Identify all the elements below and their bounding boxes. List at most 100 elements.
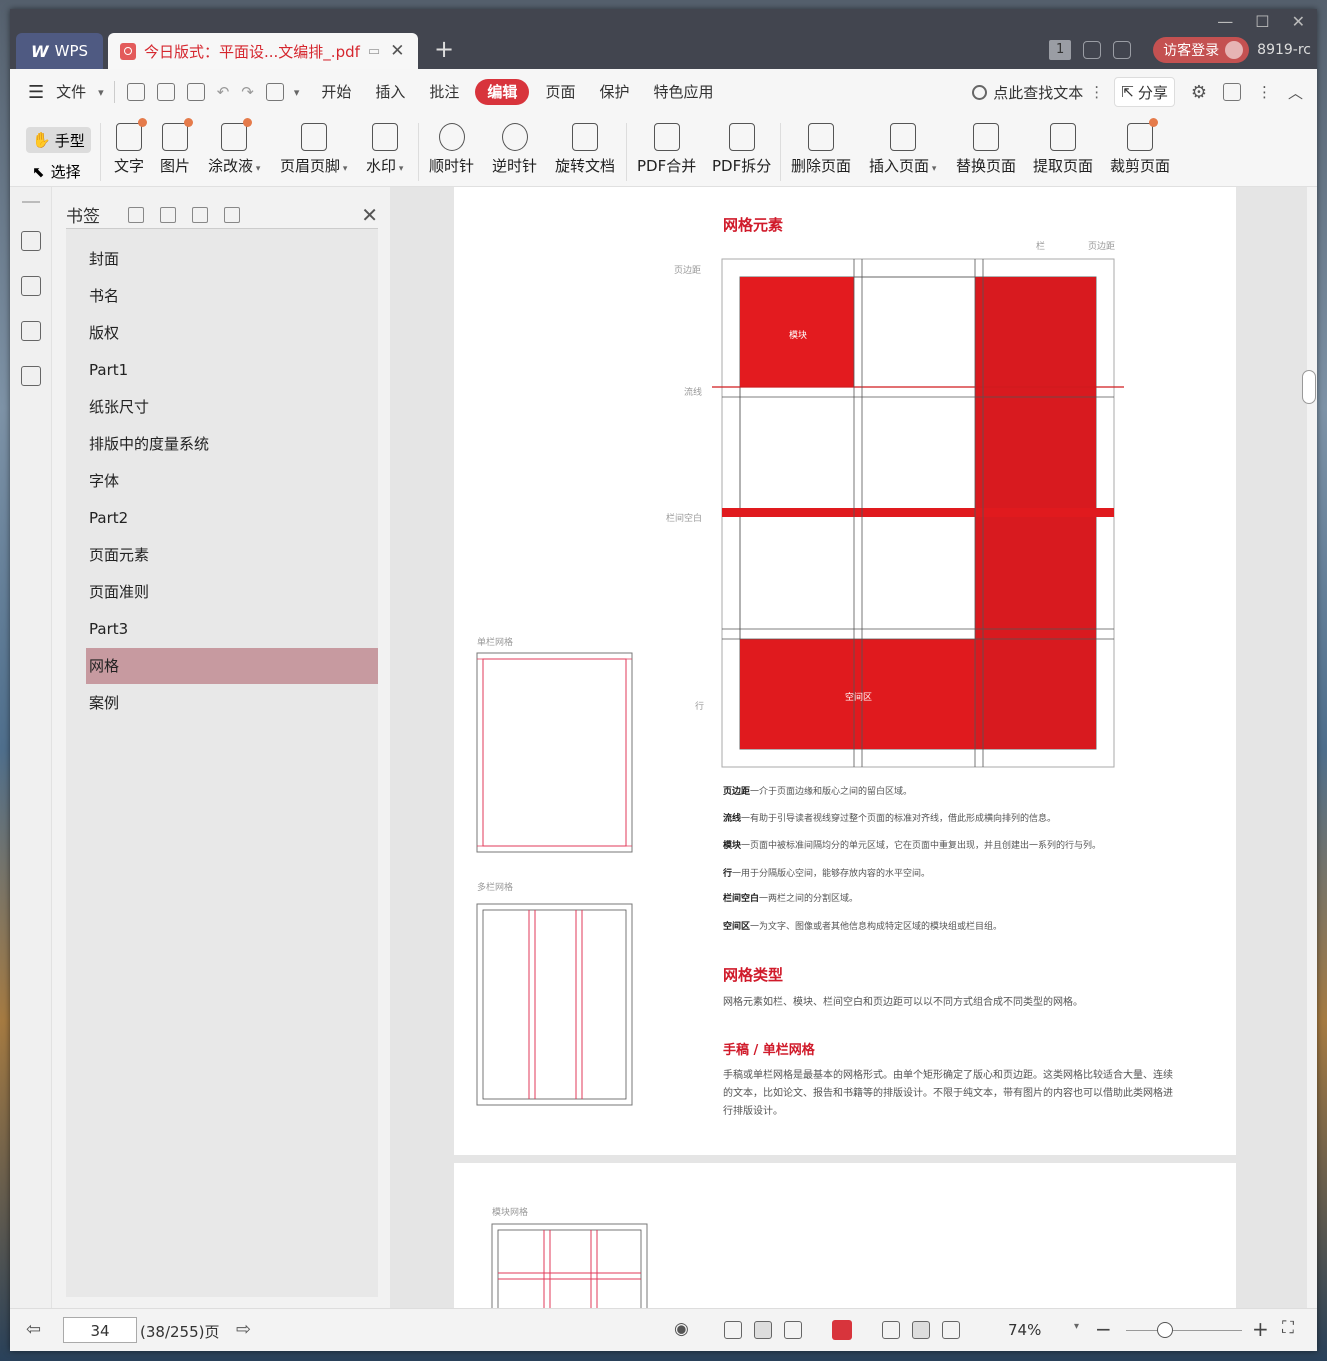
- bookmark-item[interactable]: 页面准则: [86, 574, 378, 610]
- annotation-icon[interactable]: [21, 321, 41, 341]
- skin-icon[interactable]: [1113, 41, 1132, 59]
- text-tool[interactable]: 文字: [114, 118, 147, 183]
- menu-start[interactable]: 开始: [309, 79, 363, 105]
- bookmark-icon[interactable]: [224, 206, 240, 223]
- close-window-icon[interactable]: ✕: [1292, 12, 1305, 31]
- continuous-view-icon[interactable]: [724, 1321, 742, 1339]
- monitor-icon[interactable]: ▭: [368, 44, 380, 59]
- close-tab-icon[interactable]: ✕: [390, 41, 404, 61]
- redo-icon[interactable]: ↷: [241, 83, 254, 101]
- zoom-slider-track[interactable]: [1126, 1330, 1242, 1331]
- gear-icon[interactable]: ⚙: [1191, 82, 1207, 103]
- rotate-document-tool[interactable]: 旋转文档: [555, 123, 615, 183]
- file-menu[interactable]: 文件: [44, 79, 98, 105]
- bookmark-item[interactable]: 字体: [86, 463, 378, 499]
- prev-page-icon[interactable]: ⇦: [26, 1319, 41, 1340]
- signature-icon[interactable]: [21, 366, 41, 386]
- bookmark-item[interactable]: 版权: [86, 315, 378, 351]
- replace-page-tool[interactable]: 替换页面: [956, 123, 1016, 183]
- bookmark-item[interactable]: Part3: [86, 611, 378, 647]
- insert-page-tool[interactable]: 插入页面: [869, 123, 936, 183]
- bookmark-item[interactable]: 页面元素: [86, 537, 378, 573]
- bookmark-list-icon[interactable]: [21, 231, 41, 251]
- add-bookmark-icon[interactable]: [192, 206, 208, 223]
- next-page-icon[interactable]: ⇨: [236, 1319, 251, 1340]
- single-page-icon[interactable]: [754, 1321, 772, 1339]
- menu-insert[interactable]: 插入: [363, 79, 417, 105]
- hand-tool-button[interactable]: ✋ 手型: [26, 127, 91, 153]
- document-tab[interactable]: 今日版式：平面设...文编排_.pdf ▭ ✕: [108, 33, 418, 69]
- rotate-cw-tool[interactable]: 顺时针: [429, 123, 474, 183]
- more-vertical-icon[interactable]: ⋮: [1089, 83, 1104, 101]
- delete-page-tool[interactable]: 删除页面: [791, 123, 851, 183]
- maximize-icon[interactable]: ☐: [1255, 12, 1269, 31]
- collapse-ribbon-icon[interactable]: ︿: [1288, 82, 1303, 103]
- save-icon[interactable]: [156, 83, 175, 101]
- export-icon[interactable]: [265, 83, 284, 101]
- watermark-tool[interactable]: 水印: [366, 123, 403, 183]
- bookmark-item[interactable]: 纸张尺寸: [86, 389, 378, 425]
- extract-page-tool[interactable]: 提取页面: [1033, 123, 1093, 183]
- share-button[interactable]: ⇱ 分享: [1114, 77, 1175, 107]
- login-button[interactable]: 访客登录: [1153, 37, 1250, 63]
- window-count-badge[interactable]: 1: [1049, 40, 1072, 60]
- header-footer-tool[interactable]: 页眉页脚: [280, 123, 347, 183]
- wps-window: W WPS 今日版式：平面设...文编排_.pdf ▭ ✕ + — ☐ ✕ 1 …: [10, 9, 1317, 1351]
- bookmark-title: 书签: [66, 207, 100, 227]
- pdf-split-tool[interactable]: PDF拆分: [712, 123, 771, 183]
- rotate-ccw-tool[interactable]: 逆时针: [492, 123, 537, 183]
- menu-edit[interactable]: 编辑: [475, 79, 530, 105]
- vertical-scrollbar[interactable]: [1302, 187, 1317, 1308]
- thumbnail-icon[interactable]: [21, 276, 41, 296]
- hamburger-icon[interactable]: ☰: [28, 82, 44, 103]
- bookmark-item[interactable]: 案例: [86, 685, 378, 721]
- print-icon[interactable]: [186, 83, 205, 101]
- actual-size-icon[interactable]: [882, 1321, 900, 1339]
- menu-features[interactable]: 特色应用: [641, 79, 725, 105]
- customize-icon[interactable]: ▾: [294, 86, 300, 99]
- bookmark-item[interactable]: 书名: [86, 278, 378, 314]
- wps-home-tab[interactable]: W WPS: [16, 33, 103, 69]
- menu-protect[interactable]: 保护: [587, 79, 641, 105]
- two-page-icon[interactable]: [784, 1321, 802, 1339]
- collapse-all-icon[interactable]: [160, 206, 176, 223]
- chevron-down-icon[interactable]: ▾: [98, 86, 104, 99]
- comment-icon[interactable]: [1222, 83, 1241, 101]
- undo-icon[interactable]: ↶: [217, 83, 230, 101]
- fit-page-icon[interactable]: [942, 1321, 960, 1339]
- bookmark-item[interactable]: Part2: [86, 500, 378, 536]
- bookmark-item[interactable]: 排版中的度量系统: [86, 426, 378, 462]
- fullscreen-icon[interactable]: ⛶: [1282, 1318, 1294, 1338]
- zoom-in-icon[interactable]: +: [1252, 1317, 1269, 1341]
- pdf-merge-tool[interactable]: PDF合并: [637, 123, 696, 183]
- drag-handle[interactable]: [22, 201, 40, 203]
- expand-all-icon[interactable]: [128, 206, 144, 223]
- zoom-dropdown-icon[interactable]: ▾: [1074, 1321, 1079, 1332]
- eye-protect-icon[interactable]: ◉: [674, 1319, 689, 1339]
- zoom-level[interactable]: 74%: [1008, 1321, 1041, 1339]
- gutter-label: 栏间空白: [666, 514, 703, 524]
- bookmark-item[interactable]: 封面: [86, 241, 378, 277]
- whiteout-tool[interactable]: 涂改液: [208, 118, 260, 183]
- play-icon[interactable]: [832, 1320, 852, 1340]
- fit-width-icon[interactable]: [912, 1321, 930, 1339]
- minimize-icon[interactable]: —: [1217, 12, 1233, 31]
- open-icon[interactable]: [126, 83, 145, 101]
- zoom-out-icon[interactable]: −: [1095, 1317, 1112, 1341]
- menu-comment[interactable]: 批注: [417, 79, 471, 105]
- sync-icon[interactable]: [1083, 41, 1102, 59]
- menu-page[interactable]: 页面: [533, 79, 587, 105]
- page-number-input[interactable]: 34: [63, 1317, 137, 1343]
- more-icon[interactable]: ⋮: [1257, 83, 1272, 101]
- bookmark-item[interactable]: Part1: [86, 352, 378, 388]
- close-icon[interactable]: ✕: [361, 203, 378, 227]
- search-box[interactable]: 点此查找文本 ⋮: [972, 82, 1114, 103]
- zoom-slider-thumb[interactable]: [1157, 1322, 1173, 1338]
- select-tool-button[interactable]: ⬉ 选择: [32, 161, 81, 182]
- scrollbar-thumb[interactable]: [1302, 370, 1316, 404]
- new-tab-button[interactable]: +: [434, 37, 454, 61]
- crop-page-tool[interactable]: 裁剪页面: [1110, 118, 1170, 183]
- image-tool[interactable]: 图片: [160, 118, 193, 183]
- bookmark-item-selected[interactable]: 网格: [86, 648, 378, 684]
- document-viewport[interactable]: 网格元素 栏 页边距 页边距 流线 栏间空白 行 模块 空间区 单栏网格 多栏网…: [390, 187, 1307, 1308]
